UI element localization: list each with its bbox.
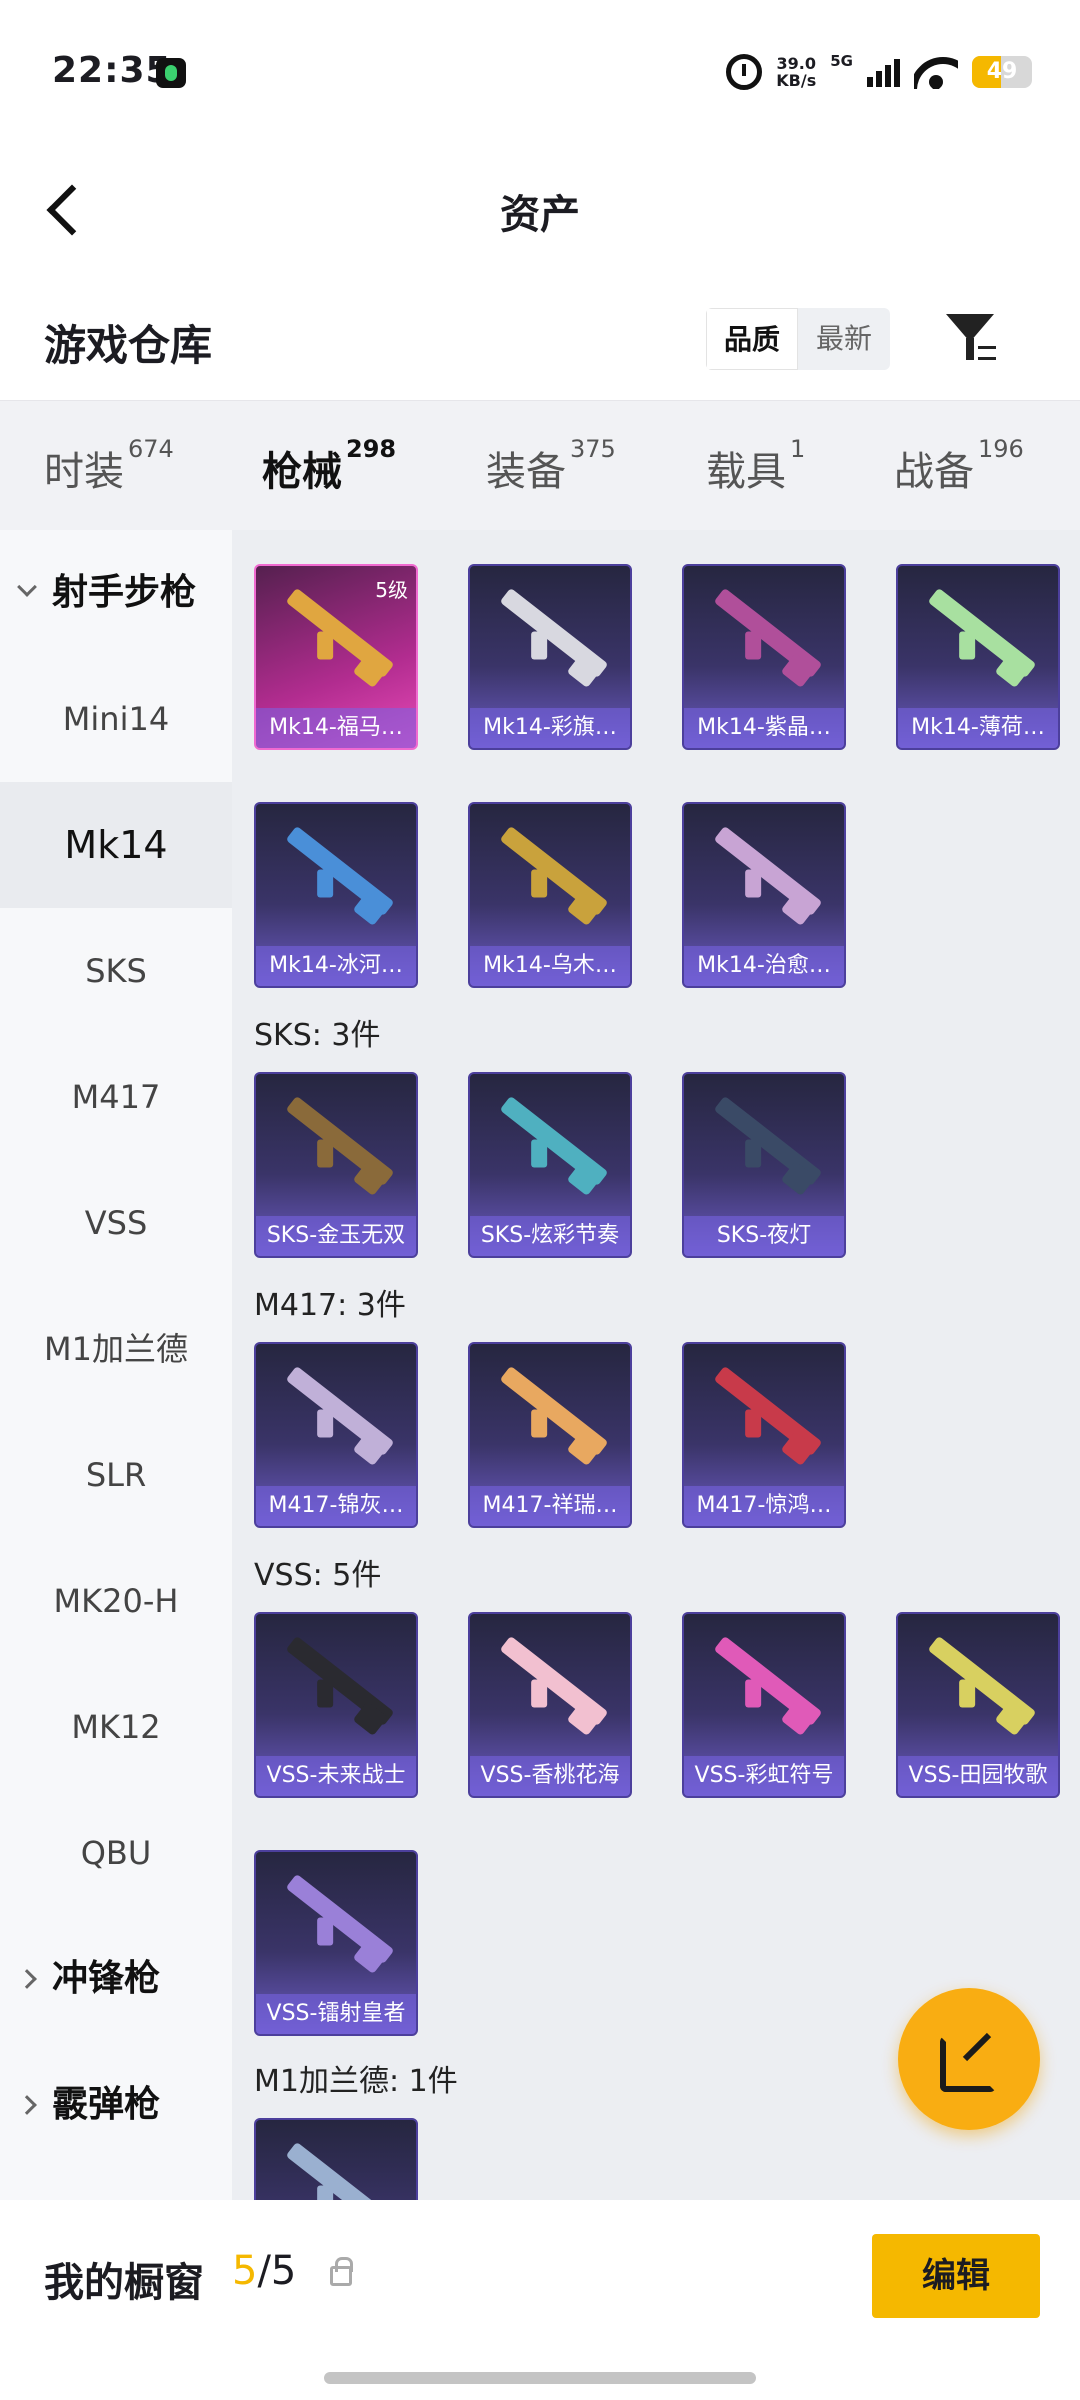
tab-firearms[interactable]: 枪械 298 [262, 435, 396, 540]
weapon-card[interactable]: M417-惊鸿… [682, 1342, 846, 1528]
sidebar-item-qbu[interactable]: QBU [0, 1790, 232, 1916]
battery-icon: 49 [972, 56, 1032, 88]
sort-quality-button[interactable]: 品质 [706, 308, 798, 370]
warehouse-title: 游戏仓库 [44, 321, 213, 370]
weapon-card[interactable] [254, 2118, 418, 2200]
status-bar: 22:35 39.0 KB/s 5G 49 [0, 0, 1080, 140]
warehouse-header: 游戏仓库 品质 最新 [0, 280, 1080, 400]
weapon-card[interactable]: M417-锦灰… [254, 1342, 418, 1528]
rifle-icon [499, 825, 609, 917]
clock: 22:35 [52, 50, 172, 91]
weapon-card[interactable]: VSS-彩虹符号 [682, 1612, 846, 1798]
weapon-grid: 5级 Mk14-福马… Mk14-彩旗… Mk14-紫晶… Mk14-薄荷… M… [232, 530, 1080, 2200]
sidebar-item-m417[interactable]: M417 [0, 1034, 232, 1160]
top-nav: 资产 [0, 140, 1080, 280]
rifle-icon [285, 1095, 395, 1187]
rifle-icon [927, 1635, 1037, 1727]
weapon-card[interactable]: VSS-田园牧歌 [896, 1612, 1060, 1798]
rifle-icon [713, 825, 823, 917]
sidebar-group-shotgun[interactable]: 霰弹枪 [0, 2042, 232, 2168]
weapon-card[interactable]: M417-祥瑞… [468, 1342, 632, 1528]
network-type: 5G [830, 52, 853, 70]
tab-equipment[interactable]: 装备 375 [486, 435, 616, 497]
weapon-card[interactable]: VSS-香桃花海 [468, 1612, 632, 1798]
sidebar-item-slr[interactable]: SLR [0, 1412, 232, 1538]
weapon-card[interactable]: SKS-金玉无双 [254, 1072, 418, 1258]
sidebar-item-vss[interactable]: VSS [0, 1160, 232, 1286]
section-title-sks: SKS: 3件 [254, 1018, 381, 1053]
section-title-vss: VSS: 5件 [254, 1558, 382, 1593]
wifi-icon [914, 55, 958, 89]
alarm-icon [726, 54, 763, 90]
section-title-m1-garand: M1加兰德: 1件 [254, 2064, 458, 2099]
sort-toggle: 品质 最新 [706, 308, 890, 370]
assets-page: 22:35 39.0 KB/s 5G 49 资产 游戏仓库 品质 最新 时装 67… [0, 0, 1080, 2400]
rifle-icon [713, 1365, 823, 1457]
rifle-icon [499, 1095, 609, 1187]
rifle-icon [927, 587, 1037, 679]
weapon-card[interactable]: Mk14-彩旗… [468, 564, 632, 750]
share-export-button[interactable] [898, 1988, 1040, 2130]
rifle-icon [713, 587, 823, 679]
sidebar-item-mk20h[interactable]: MK20-H [0, 1538, 232, 1664]
page-title: 资产 [500, 192, 580, 238]
chevron-right-icon [17, 2095, 37, 2115]
sidebar-item-m1-garand[interactable]: M1加兰德 [0, 1286, 232, 1412]
showcase-count: 5/5 [232, 2248, 297, 2294]
lock-icon [330, 2257, 353, 2286]
weapon-sidebar: 射手步枪 Mini14 Mk14 SKS M417 VSS M1加兰德 SLR … [0, 530, 232, 2200]
tab-vehicles[interactable]: 载具 1 [706, 435, 805, 497]
weapon-card[interactable]: 5级 Mk14-福马… [254, 564, 418, 750]
edit-button[interactable]: 编辑 [872, 2234, 1040, 2318]
signal-icon [867, 57, 900, 87]
weapon-card[interactable]: VSS-未来战士 [254, 1612, 418, 1798]
sidebar-item-sks[interactable]: SKS [0, 908, 232, 1034]
chevron-down-icon [17, 577, 37, 597]
sidebar-item-mk12[interactable]: MK12 [0, 1664, 232, 1790]
weapon-card[interactable]: Mk14-薄荷… [896, 564, 1060, 750]
filter-icon[interactable] [940, 308, 1000, 368]
rifle-icon [499, 1365, 609, 1457]
rifle-icon [285, 2141, 395, 2200]
rifle-icon [713, 1095, 823, 1187]
tab-gear[interactable]: 战备 196 [894, 435, 1024, 497]
weapon-card[interactable]: SKS-炫彩节奏 [468, 1072, 632, 1258]
sidebar-item-mk14[interactable]: Mk14 [0, 782, 232, 908]
showcase-bar: 我的橱窗 5/5 编辑 [0, 2200, 1080, 2400]
network-speed: 39.0 KB/s [776, 54, 817, 90]
sidebar-item-mini14[interactable]: Mini14 [0, 656, 232, 782]
sidebar-group-dmr[interactable]: 射手步枪 [0, 530, 232, 656]
sidebar-group-smg[interactable]: 冲锋枪 [0, 1916, 232, 2042]
sort-newest-button[interactable]: 最新 [798, 308, 890, 370]
weapon-card[interactable]: VSS-镭射皇者 [254, 1850, 418, 2036]
section-title-m417: M417: 3件 [254, 1288, 406, 1323]
home-indicator[interactable] [324, 2372, 756, 2384]
chevron-right-icon [17, 1969, 37, 1989]
rifle-icon [713, 1635, 823, 1727]
showcase-label: 我的橱窗 [44, 2260, 204, 2306]
rifle-icon [285, 825, 395, 917]
weapon-card[interactable]: Mk14-乌木… [468, 802, 632, 988]
rifle-icon [285, 1635, 395, 1727]
weapon-card[interactable]: SKS-夜灯 [682, 1072, 846, 1258]
app-notification-icon [156, 58, 186, 88]
rifle-icon [499, 587, 609, 679]
rifle-icon [285, 1365, 395, 1457]
rifle-icon [499, 1635, 609, 1727]
category-tabs: 时装 674 枪械 298 装备 375 载具 1 战备 196 [0, 400, 1080, 540]
weapon-card[interactable]: Mk14-冰河… [254, 802, 418, 988]
level-badge: 5级 [375, 578, 408, 602]
weapon-card[interactable]: Mk14-治愈… [682, 802, 846, 988]
tab-outfits[interactable]: 时装 674 [44, 435, 174, 497]
rifle-icon [285, 1873, 395, 1965]
weapon-card[interactable]: Mk14-紫晶… [682, 564, 846, 750]
